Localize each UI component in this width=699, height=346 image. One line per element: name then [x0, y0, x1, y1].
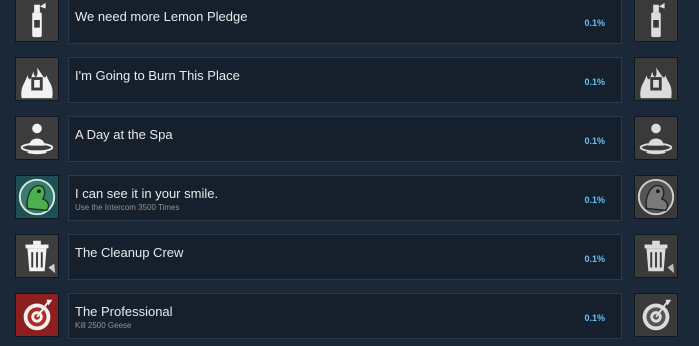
achievement-title: The Professional [75, 304, 173, 319]
achievement-panel: I can see it in your smile. Use the Inte… [68, 175, 622, 221]
spray-can-icon [634, 0, 678, 42]
achievement-percent: 0.1% [584, 254, 605, 264]
achievement-title: We need more Lemon Pledge [75, 9, 248, 24]
achievement-list: We need more Lemon Pledge 0.1% I'm Going… [0, 0, 699, 346]
achievement-panel: I'm Going to Burn This Place 0.1% [68, 57, 622, 103]
achievement-panel: We need more Lemon Pledge 0.1% [68, 0, 622, 44]
achievement-title: I'm Going to Burn This Place [75, 68, 240, 83]
achievement-panel: A Day at the Spa 0.1% [68, 116, 622, 162]
target-icon [634, 293, 678, 337]
achievement-percent: 0.1% [584, 18, 605, 28]
achievement-row[interactable]: I'm Going to Burn This Place 0.1% [0, 57, 699, 104]
achievement-row[interactable]: The Professional Kill 2500 Geese 0.1% [0, 293, 699, 340]
trash-can-icon [15, 234, 59, 278]
achievement-row[interactable]: A Day at the Spa 0.1% [0, 116, 699, 163]
goose-face-icon [634, 175, 678, 219]
achievement-row[interactable]: We need more Lemon Pledge 0.1% [0, 0, 699, 45]
goose-face-icon [15, 175, 59, 219]
achievement-row[interactable]: The Cleanup Crew 0.1% [0, 234, 699, 281]
achievement-description: Use the Intercom 3500 Times [75, 203, 180, 212]
achievement-row[interactable]: I can see it in your smile. Use the Inte… [0, 175, 699, 222]
achievement-description: Kill 2500 Geese [75, 321, 132, 330]
fire-icon [15, 57, 59, 101]
achievement-title: The Cleanup Crew [75, 245, 184, 260]
achievement-percent: 0.1% [584, 136, 605, 146]
spa-icon [634, 116, 678, 160]
achievement-percent: 0.1% [584, 195, 605, 205]
achievement-title: I can see it in your smile. [75, 186, 219, 201]
spa-icon [15, 116, 59, 160]
achievement-panel: The Cleanup Crew 0.1% [68, 234, 622, 280]
achievement-percent: 0.1% [584, 313, 605, 323]
spray-can-icon [15, 0, 59, 42]
fire-icon [634, 57, 678, 101]
achievement-title: A Day at the Spa [75, 127, 173, 142]
achievement-percent: 0.1% [584, 77, 605, 87]
achievement-panel: The Professional Kill 2500 Geese 0.1% [68, 293, 622, 339]
trash-can-icon [634, 234, 678, 278]
target-icon [15, 293, 59, 337]
